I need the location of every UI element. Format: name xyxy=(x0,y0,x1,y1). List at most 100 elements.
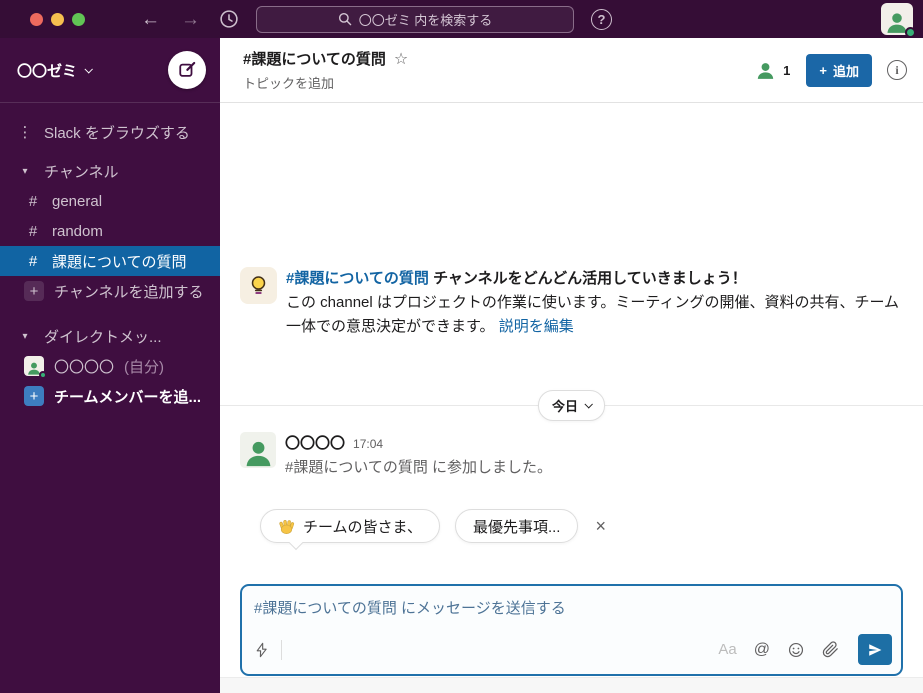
sidebar-item-channel-general[interactable]: # general xyxy=(0,186,220,216)
channels-section-label: チャンネル xyxy=(44,163,119,181)
channel-title[interactable]: #課題についての質問 xyxy=(243,48,386,69)
add-button-label: 追加 xyxy=(832,63,859,79)
message-composer[interactable]: #課題についての質問 にメッセージを送信する Aa @ xyxy=(240,584,903,676)
history-forward-button[interactable]: → xyxy=(181,10,200,29)
dm-user-name: 〇〇〇〇 xyxy=(54,358,115,376)
history-back-button[interactable]: ← xyxy=(141,10,160,29)
chevron-down-icon xyxy=(584,400,593,409)
channel-header: #課題についての質問 ☆ トピックを追加 1 + 追加 i xyxy=(220,38,923,103)
mention-button[interactable]: @ xyxy=(754,641,770,659)
window-controls xyxy=(30,12,85,26)
add-teammates-label: チームメンバーを追... xyxy=(54,388,202,406)
sidebar-nav: ⋮ Slack をブラウズする ▾ チャンネル # general # rand… xyxy=(0,103,220,411)
main-panel: #課題についての質問 ☆ トピックを追加 1 + 追加 i #課題についての質問… xyxy=(220,38,923,693)
user-avatar[interactable] xyxy=(881,3,916,38)
message-list: #課題についての質問 チャンネルをどんどん活用していきましょう！ この chan… xyxy=(220,103,923,584)
help-button[interactable]: ? xyxy=(591,8,612,30)
attach-paperclip-icon[interactable] xyxy=(822,641,839,658)
zoom-window-button[interactable] xyxy=(72,12,85,26)
hash-icon: # xyxy=(28,252,38,270)
welcome-body-text: この channel はプロジェクトの作業に使います。ミーティングの開催、資料の… xyxy=(286,294,900,335)
channel-header-right: 1 + 追加 i xyxy=(755,53,907,87)
date-divider: 今日 xyxy=(220,389,923,421)
sidebar-item-channel-active[interactable]: # 課題についての質問 xyxy=(0,246,220,276)
message-row: 〇〇〇〇 17:04 #課題についての質問 に参加しました。 xyxy=(240,432,903,477)
channel-label: random xyxy=(52,222,103,240)
triangle-down-icon: ▾ xyxy=(22,165,28,177)
welcome-title-rest: チャンネルをどんどん活用していきましょう！ xyxy=(428,270,747,287)
composer-toolbar: Aa @ xyxy=(242,634,901,674)
wave-hand-icon xyxy=(279,519,295,534)
member-count[interactable]: 1 xyxy=(783,63,790,78)
hash-icon: # xyxy=(28,192,38,210)
close-window-button[interactable] xyxy=(30,12,43,26)
dm-section-header[interactable]: ▾ ダイレクトメッ... xyxy=(0,321,220,351)
date-pill-button[interactable]: 今日 xyxy=(537,389,605,421)
message-timestamp[interactable]: 17:04 xyxy=(353,437,383,451)
sidebar-item-channel-random[interactable]: # random xyxy=(0,216,220,246)
date-label: 今日 xyxy=(551,398,578,414)
slack-window: ← → 〇〇ゼミ 内を検索する ? 〇〇ゼミ ⋮ Slack をブラウズする ▾… xyxy=(0,0,923,693)
search-placeholder: 〇〇ゼミ 内を検索する xyxy=(358,12,493,28)
welcome-body: この channel はプロジェクトの作業に使います。ミーティングの開催、資料の… xyxy=(286,291,903,339)
plus-icon: + xyxy=(819,62,827,78)
plus-icon: + xyxy=(24,281,44,301)
sidebar-item-add-teammates[interactable]: + チームメンバーを追... xyxy=(0,381,220,411)
channel-link[interactable]: #課題についての質問 xyxy=(286,270,429,287)
sidebar-item-dm-self[interactable]: 〇〇〇〇 (自分) xyxy=(0,351,220,381)
dm-section-label: ダイレクトメッ... xyxy=(44,328,162,346)
chevron-down-icon xyxy=(84,65,93,74)
sidebar: 〇〇ゼミ ⋮ Slack をブラウズする ▾ チャンネル # general #… xyxy=(0,38,220,693)
message-avatar[interactable] xyxy=(240,432,276,468)
workspace-header: 〇〇ゼミ xyxy=(0,38,220,103)
message-content: 〇〇〇〇 17:04 #課題についての質問 に参加しました。 xyxy=(285,432,552,477)
search-icon xyxy=(338,12,352,26)
shortcuts-lightning-icon[interactable] xyxy=(254,641,270,659)
search-input[interactable]: 〇〇ゼミ 内を検索する xyxy=(256,5,574,33)
presence-dot xyxy=(905,27,916,38)
presence-dot xyxy=(39,371,47,379)
suggestion-chip-greeting[interactable]: チームの皆さま、 xyxy=(260,509,440,543)
browse-label: Slack をブラウズする xyxy=(44,124,190,142)
dm-user-suffix: (自分) xyxy=(124,358,165,376)
message-input[interactable]: #課題についての質問 にメッセージを送信する xyxy=(242,586,901,618)
toolbar-divider xyxy=(281,639,282,660)
workspace-switcher[interactable]: 〇〇ゼミ xyxy=(17,60,93,81)
triangle-down-icon: ▾ xyxy=(22,330,28,342)
star-icon[interactable]: ☆ xyxy=(394,49,408,69)
add-channel-label: チャンネルを追加する xyxy=(54,283,204,301)
chip-label: チームの皆さま、 xyxy=(303,518,422,536)
minimize-window-button[interactable] xyxy=(51,12,64,26)
add-people-button[interactable]: + 追加 xyxy=(806,53,872,87)
workspace-name: 〇〇ゼミ xyxy=(17,62,78,80)
members-icon[interactable] xyxy=(755,60,776,81)
format-button[interactable]: Aa xyxy=(718,641,736,658)
chip-label: 最優先事項... xyxy=(472,518,561,536)
compose-pencil-icon xyxy=(179,61,196,77)
bottom-strip xyxy=(220,677,923,693)
sidebar-item-add-channel[interactable]: + チャンネルを追加する xyxy=(0,276,220,306)
channel-welcome-block: #課題についての質問 チャンネルをどんどん活用していきましょう！ この chan… xyxy=(240,267,903,339)
suggestion-chip-priorities[interactable]: 最優先事項... xyxy=(454,509,579,543)
add-topic-button[interactable]: トピックを追加 xyxy=(243,73,408,92)
suggestion-chips: チームの皆さま、 最優先事項... × xyxy=(260,509,903,543)
edit-description-link[interactable]: 説明を編集 xyxy=(499,318,574,335)
lightbulb-icon xyxy=(240,267,277,304)
compose-button[interactable] xyxy=(168,51,206,89)
hash-icon: # xyxy=(28,222,38,240)
person-icon xyxy=(246,441,270,467)
sidebar-item-browse-slack[interactable]: ⋮ Slack をブラウズする xyxy=(0,117,220,147)
dots-vertical-icon: ⋮ xyxy=(17,124,33,141)
channel-label: general xyxy=(52,192,103,210)
plus-icon: + xyxy=(24,386,44,406)
channel-header-left: #課題についての質問 ☆ トピックを追加 xyxy=(243,48,408,92)
channels-section-header[interactable]: ▾ チャンネル xyxy=(0,156,220,186)
dm-avatar xyxy=(24,356,47,379)
emoji-button[interactable] xyxy=(787,641,805,659)
dismiss-suggestions-button[interactable]: × xyxy=(595,516,606,537)
channel-label: 課題についての質問 xyxy=(52,253,187,271)
history-clock-icon[interactable] xyxy=(218,8,240,30)
info-icon[interactable]: i xyxy=(887,60,907,80)
send-button[interactable] xyxy=(858,634,892,665)
message-author[interactable]: 〇〇〇〇 xyxy=(285,432,345,453)
